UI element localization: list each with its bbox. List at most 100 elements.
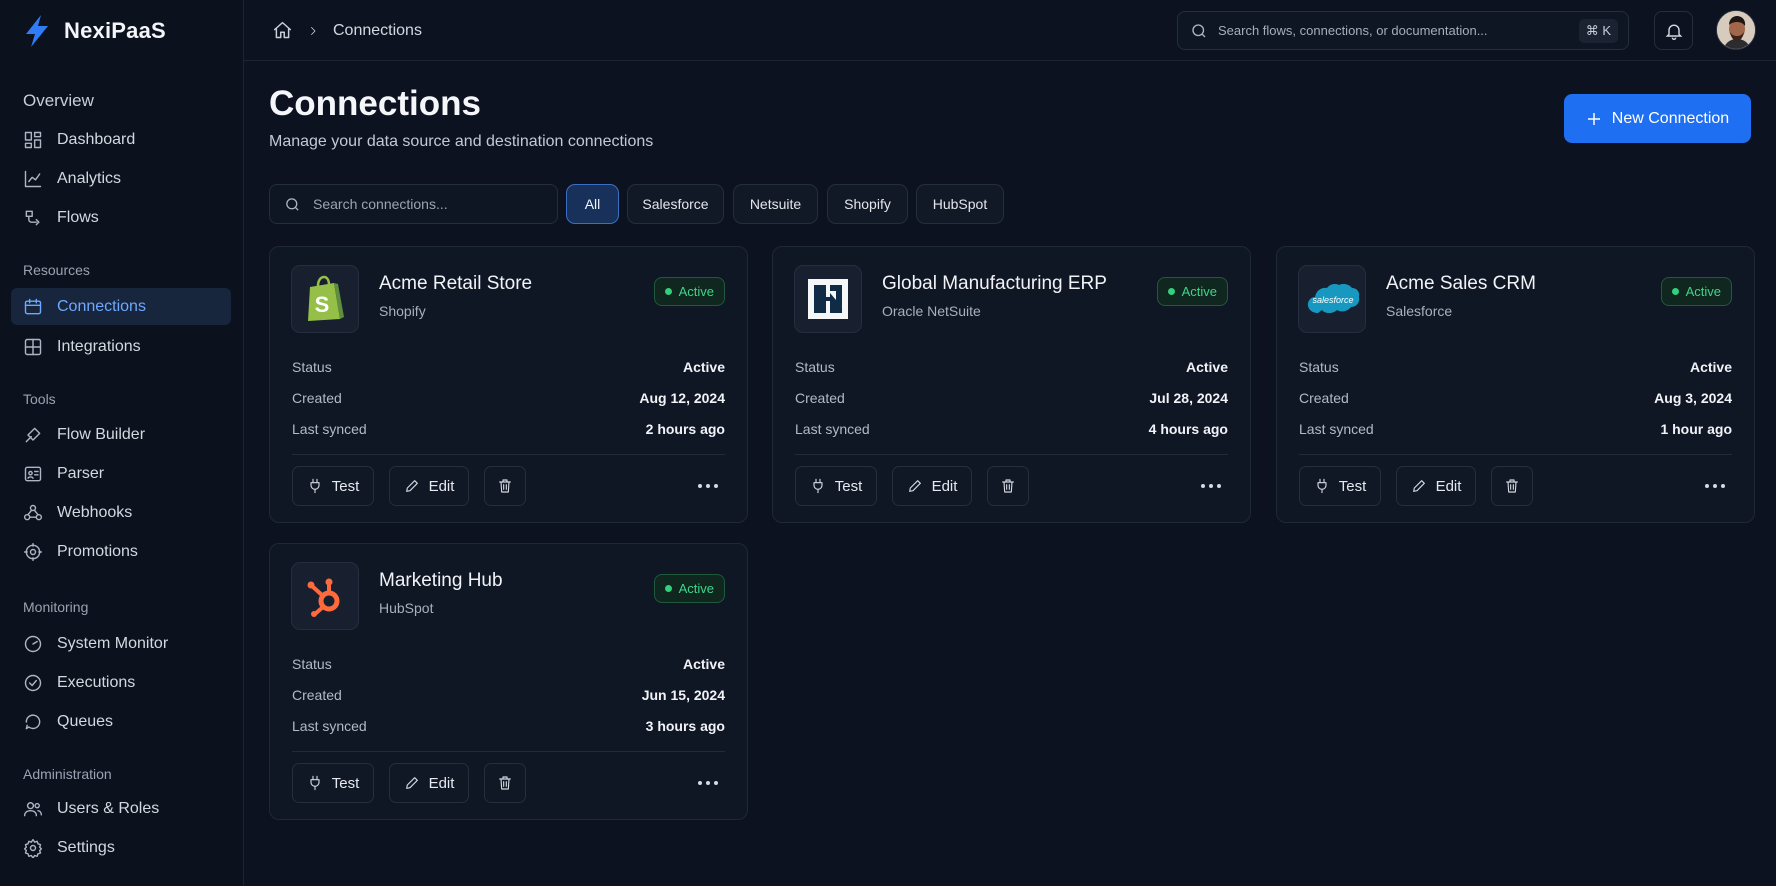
filter-chip-netsuite[interactable]: Netsuite xyxy=(733,184,818,224)
sidebar-item-promotions[interactable]: Promotions xyxy=(11,533,231,570)
sidebar-item-integrations[interactable]: Integrations xyxy=(11,328,231,365)
meta-row-status: Status Active xyxy=(1299,359,1732,375)
status-badge-label: Active xyxy=(1181,284,1217,299)
meta-row-status: Status Active xyxy=(292,656,725,672)
test-label: Test xyxy=(331,477,360,495)
sidebar-item-flows[interactable]: Flows xyxy=(11,199,231,236)
sidebar-item-users-roles[interactable]: Users & Roles xyxy=(11,790,231,827)
divider xyxy=(795,454,1228,455)
edit-button[interactable]: Edit xyxy=(1396,466,1476,506)
sidebar-item-dashboard[interactable]: Dashboard xyxy=(11,121,231,158)
sidebar-item-connections[interactable]: Connections xyxy=(11,288,231,325)
connection-card[interactable]: S Acme Retail Store Shopify Active Statu… xyxy=(269,246,748,523)
dashboard-icon xyxy=(23,130,43,150)
svg-text:S: S xyxy=(315,292,330,317)
more-options-button[interactable] xyxy=(1702,472,1728,500)
more-options-button[interactable] xyxy=(695,769,721,797)
sidebar-item-executions[interactable]: Executions xyxy=(11,664,231,701)
notifications-button[interactable] xyxy=(1654,11,1693,50)
sidebar-item-parser[interactable]: Parser xyxy=(11,455,231,492)
more-options-button[interactable] xyxy=(1198,472,1224,500)
connection-search-placeholder: Search connections... xyxy=(313,196,448,212)
delete-button[interactable] xyxy=(484,466,526,506)
test-label: Test xyxy=(834,477,863,495)
sidebar-item-label: Dashboard xyxy=(57,130,136,148)
user-avatar[interactable] xyxy=(1716,10,1756,50)
pencil-icon xyxy=(1412,480,1425,492)
connection-card[interactable]: Marketing Hub HubSpot Active Status Activ… xyxy=(269,543,748,820)
sidebar-item-label: Flows xyxy=(57,208,99,226)
sidebar: NexiPaaS Overview Dashboard Analytics Fl… xyxy=(0,0,244,886)
chevron-right-icon xyxy=(311,26,316,35)
webhooks-icon xyxy=(23,503,43,523)
queues-icon xyxy=(23,712,43,732)
test-button[interactable]: Test xyxy=(292,466,374,506)
sidebar-item-label: Executions xyxy=(57,673,136,691)
test-button[interactable]: Test xyxy=(795,466,877,506)
sidebar-item-label: Users & Roles xyxy=(57,799,160,817)
home-icon[interactable] xyxy=(272,20,293,41)
status-badge: Active xyxy=(1660,277,1732,306)
sidebar-item-label: Connections xyxy=(57,297,146,315)
meta-value: 2 hours ago xyxy=(645,421,725,437)
meta-value: 4 hours ago xyxy=(1148,421,1228,437)
sidebar-item-webhooks[interactable]: Webhooks xyxy=(11,494,231,531)
brand[interactable]: NexiPaaS xyxy=(22,14,166,48)
new-connection-button[interactable]: New Connection xyxy=(1564,94,1751,143)
sidebar-item-label: Promotions xyxy=(57,542,138,560)
filter-chip-shopify[interactable]: Shopify xyxy=(827,184,908,224)
delete-button[interactable] xyxy=(987,466,1029,506)
more-options-button[interactable] xyxy=(695,472,721,500)
meta-value: Active xyxy=(682,359,725,375)
connection-search-input[interactable]: Search connections... xyxy=(269,184,558,224)
filter-chip-hubspot[interactable]: HubSpot xyxy=(916,184,1004,224)
parser-icon xyxy=(23,464,43,484)
connection-card[interactable]: salesforce Acme Sales CRM Salesforce Act… xyxy=(1276,246,1755,523)
new-connection-label: New Connection xyxy=(1611,109,1730,127)
test-button[interactable]: Test xyxy=(1299,466,1381,506)
pencil-icon xyxy=(908,480,921,492)
divider xyxy=(292,454,725,455)
meta-label: Created xyxy=(292,390,342,406)
meta-label: Status xyxy=(292,359,332,375)
status-dot xyxy=(1167,288,1175,295)
sidebar-item-analytics[interactable]: Analytics xyxy=(11,160,231,197)
page-title: Connections xyxy=(269,84,481,123)
connection-card[interactable]: Global Manufacturing ERP Oracle NetSuite… xyxy=(772,246,1251,523)
meta-value: Active xyxy=(1689,359,1732,375)
global-search-placeholder: Search flows, connections, or documentat… xyxy=(1218,23,1488,38)
edit-button[interactable]: Edit xyxy=(892,466,972,506)
trash-icon xyxy=(1002,479,1014,493)
sidebar-item-queues[interactable]: Queues xyxy=(11,703,231,740)
pencil-icon xyxy=(405,480,418,492)
meta-value: Active xyxy=(1185,359,1228,375)
edit-button[interactable]: Edit xyxy=(389,763,469,803)
meta-label: Last synced xyxy=(1299,421,1374,437)
delete-button[interactable] xyxy=(484,763,526,803)
test-button[interactable]: Test xyxy=(292,763,374,803)
executions-icon xyxy=(23,673,43,693)
plug-icon xyxy=(813,478,823,494)
connections-icon xyxy=(23,297,43,317)
sidebar-item-flow-builder[interactable]: Flow Builder xyxy=(11,416,231,453)
search-icon xyxy=(286,197,299,211)
edit-button[interactable]: Edit xyxy=(389,466,469,506)
shortcut-hint: ⌘ K xyxy=(1578,18,1618,43)
delete-button[interactable] xyxy=(1491,466,1533,506)
filter-chip-salesforce[interactable]: Salesforce xyxy=(627,184,724,224)
global-search-input[interactable]: Search flows, connections, or documentat… xyxy=(1177,11,1629,50)
connection-name: Acme Retail Store xyxy=(379,273,533,294)
edit-label: Edit xyxy=(428,774,455,792)
users-icon xyxy=(23,799,43,819)
salesforce-logo: salesforce xyxy=(1298,265,1366,333)
status-badge-label: Active xyxy=(678,581,714,596)
sidebar-item-label: Settings xyxy=(57,838,115,856)
status-dot xyxy=(664,585,672,592)
status-badge: Active xyxy=(653,574,725,603)
connection-platform: Salesforce xyxy=(1386,303,1453,319)
filter-chip-all[interactable]: All xyxy=(566,184,619,224)
system-monitor-icon xyxy=(23,634,43,654)
hubspot-logo xyxy=(291,562,359,630)
sidebar-item-system-monitor[interactable]: System Monitor xyxy=(11,625,231,662)
sidebar-item-settings[interactable]: Settings xyxy=(11,829,231,866)
